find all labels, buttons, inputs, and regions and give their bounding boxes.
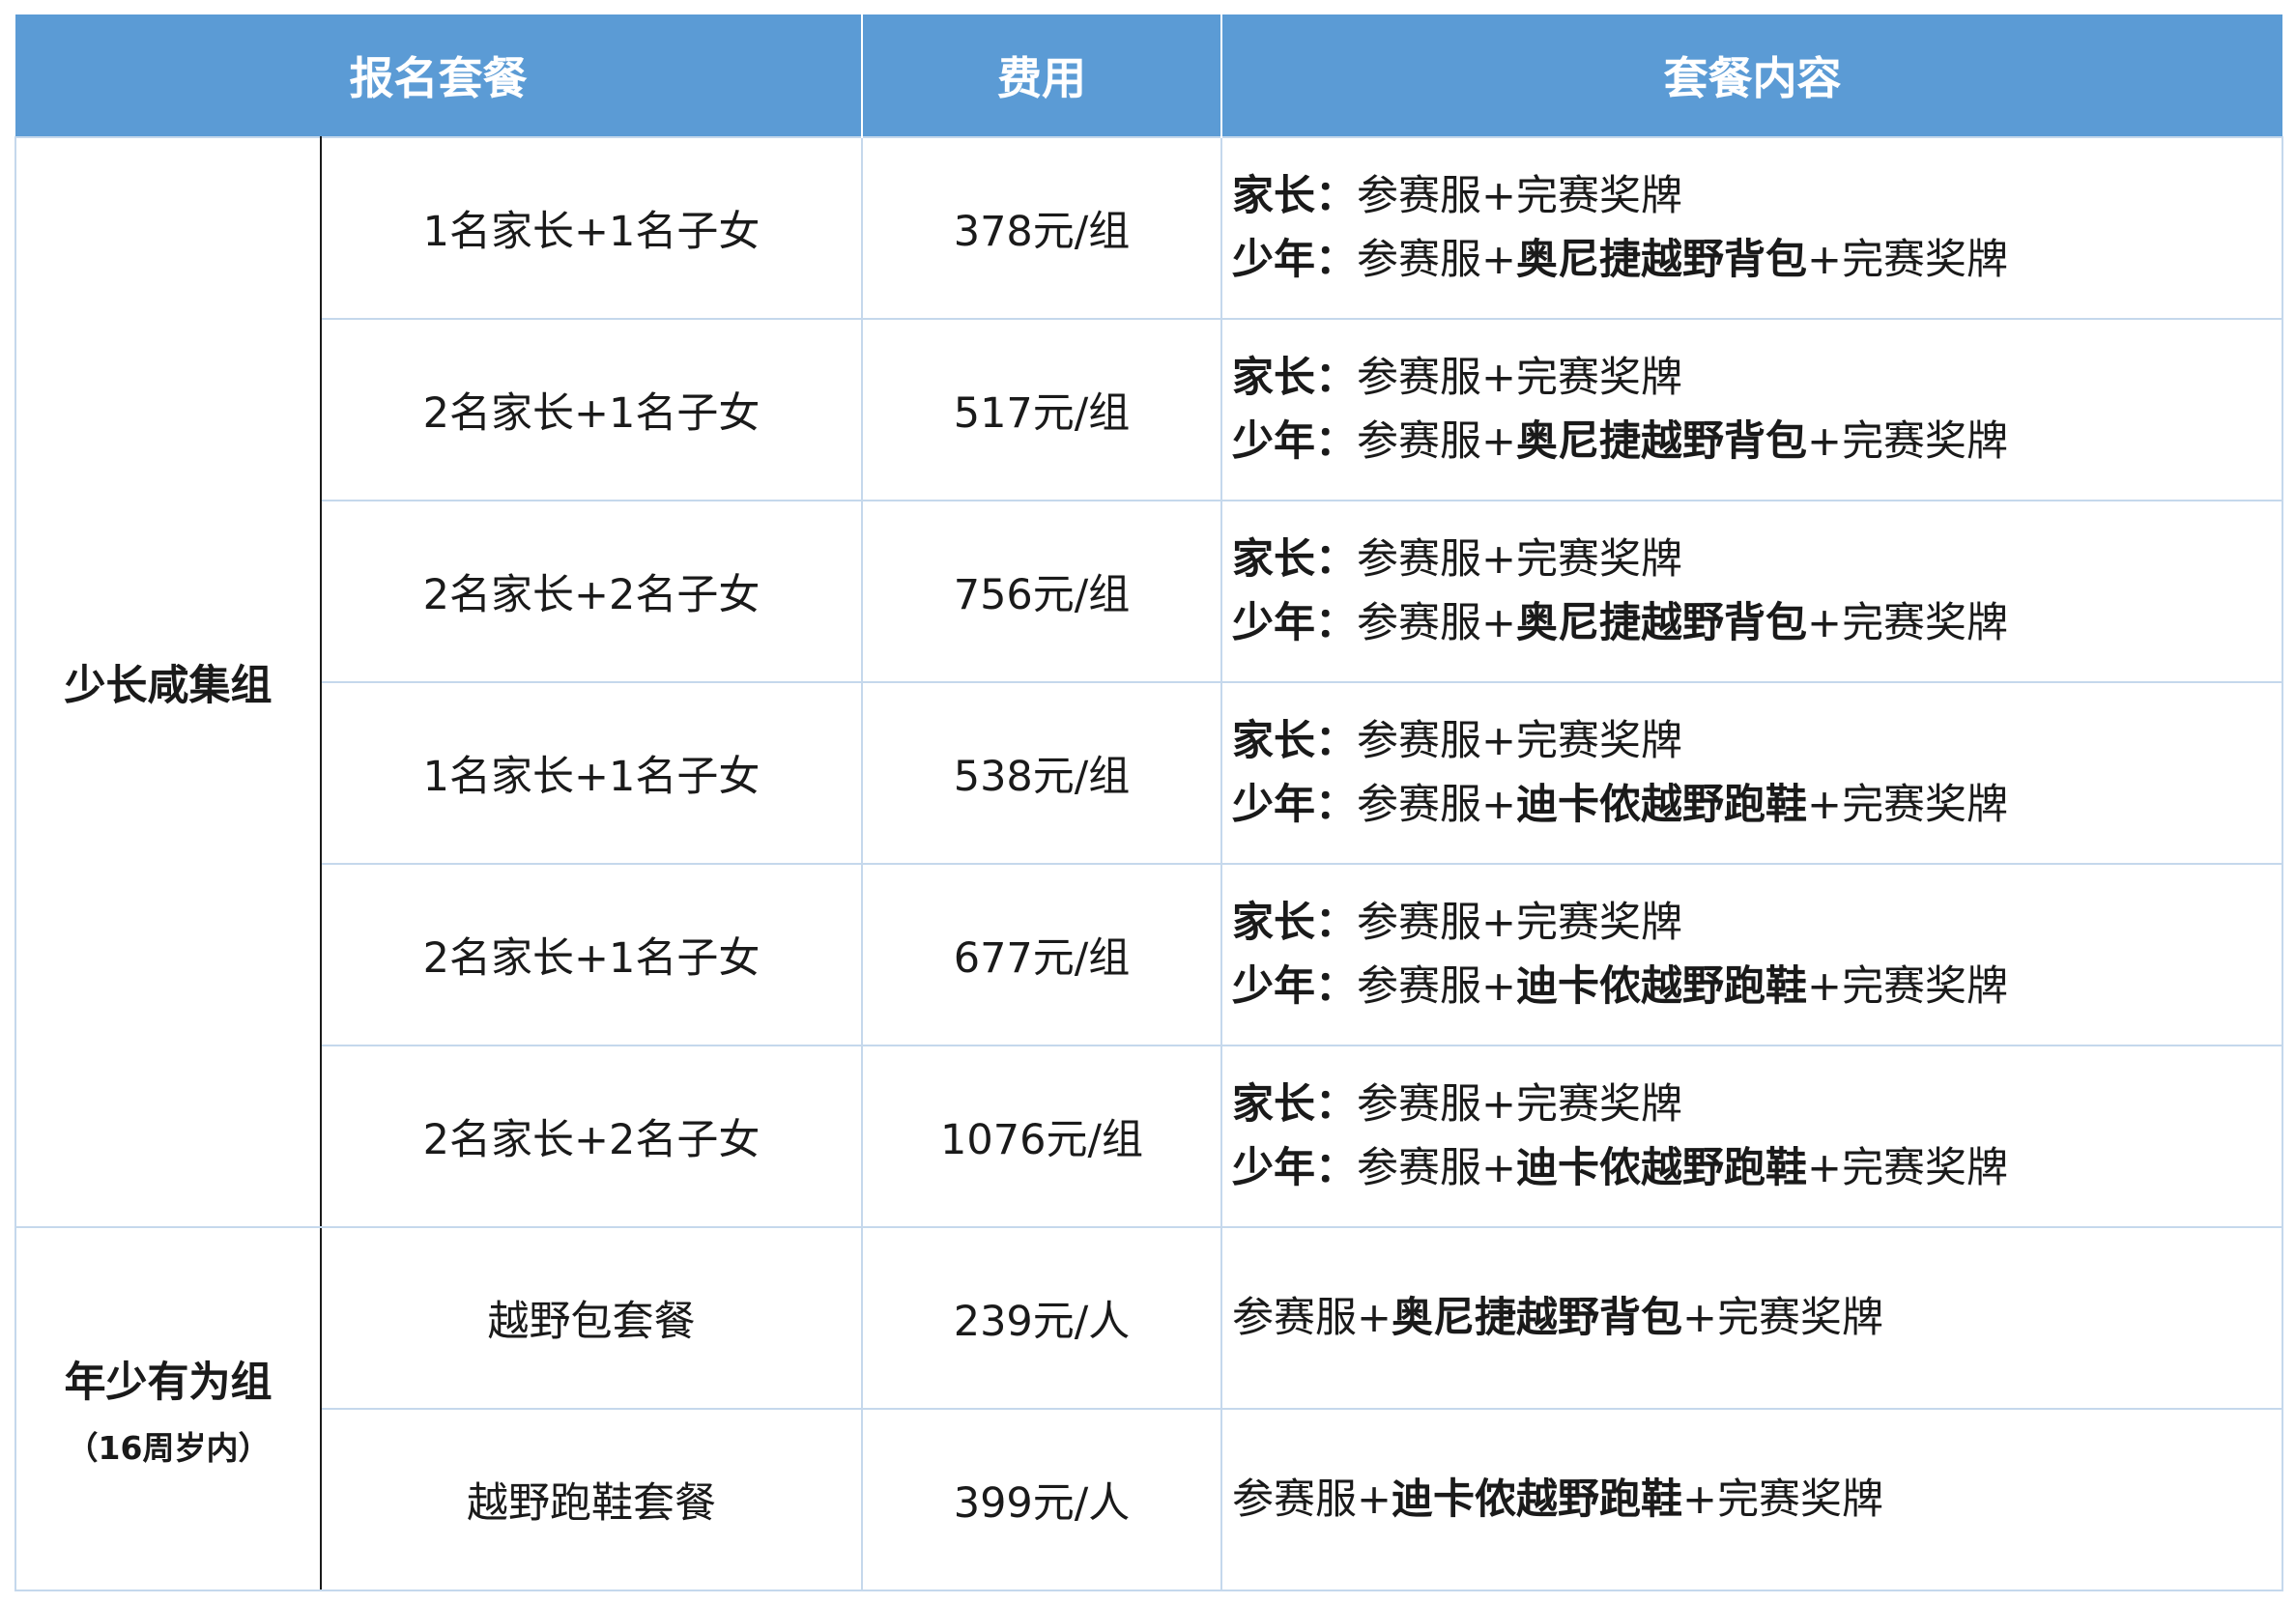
youth-line: 少年：参赛服+奥尼捷越野背包+完赛奖牌 (1232, 417, 2009, 466)
parent-line: 家长：参赛服+完赛奖牌 (1232, 717, 1683, 765)
parent-line: 家长：参赛服+完赛奖牌 (1232, 899, 1683, 947)
parent-line: 家长：参赛服+完赛奖牌 (1232, 354, 1683, 402)
content-cell: 家长：参赛服+完赛奖牌 少年：参赛服+奥尼捷越野背包+完赛奖牌 (1220, 318, 2283, 501)
package-cell: 2名家长+1名子女 (320, 318, 863, 501)
table-row: 2名家长+2名子女 756元/组 家长：参赛服+完赛奖牌 少年：参赛服+奥尼捷越… (15, 500, 2283, 683)
fee-cell: 1076元/组 (861, 1045, 1222, 1228)
group-name: 少长咸集组 (64, 662, 273, 710)
package-cell: 越野跑鞋套餐 (320, 1408, 863, 1591)
group-note: （16周岁内） (66, 1429, 271, 1467)
group-youth: 年少有为组 （16周岁内） (14, 1226, 322, 1591)
content-line: 参赛服+迪卡侬越野跑鞋+完赛奖牌 (1232, 1475, 1884, 1524)
content-cell: 家长：参赛服+完赛奖牌 少年：参赛服+奥尼捷越野背包+完赛奖牌 (1220, 136, 2283, 320)
header-package: 报名套餐 (15, 14, 863, 137)
fee-cell: 677元/组 (861, 863, 1222, 1046)
table-row: 少长咸集组 1名家长+1名子女 378元/组 家长：参赛服+完赛奖牌 少年：参赛… (14, 136, 2283, 1228)
fee-cell: 538元/组 (861, 681, 1222, 865)
content-cell: 参赛服+奥尼捷越野背包+完赛奖牌 (1220, 1226, 2283, 1410)
header-row: 报名套餐 费用 套餐内容 (15, 14, 2282, 137)
content-cell: 家长：参赛服+完赛奖牌 少年：参赛服+奥尼捷越野背包+完赛奖牌 (1220, 500, 2283, 683)
content-cell: 家长：参赛服+完赛奖牌 少年：参赛服+迪卡侬越野跑鞋+完赛奖牌 (1220, 863, 2283, 1046)
youth-line: 少年：参赛服+奥尼捷越野背包+完赛奖牌 (1232, 236, 2009, 284)
package-cell: 2名家长+2名子女 (320, 1045, 863, 1228)
table-row: 2名家长+1名子女 517元/组 家长：参赛服+完赛奖牌 少年：参赛服+奥尼捷越… (15, 318, 2283, 501)
package-cell: 2名家长+1名子女 (320, 863, 863, 1046)
table-row: 2名家长+1名子女 677元/组 家长：参赛服+完赛奖牌 少年：参赛服+迪卡侬越… (15, 863, 2283, 1046)
group-name: 年少有为组 (64, 1359, 273, 1407)
header-content: 套餐内容 (1221, 14, 2282, 137)
content-cell: 参赛服+迪卡侬越野跑鞋+完赛奖牌 (1220, 1408, 2283, 1591)
table-row: 年少有为组 （16周岁内） 越野包套餐 239元/人 参赛服+奥尼捷越野背包+完… (14, 1226, 2283, 1591)
youth-line: 少年：参赛服+迪卡侬越野跑鞋+完赛奖牌 (1232, 962, 2009, 1011)
content-cell: 家长：参赛服+完赛奖牌 少年：参赛服+迪卡侬越野跑鞋+完赛奖牌 (1220, 681, 2283, 865)
parent-line: 家长：参赛服+完赛奖牌 (1232, 1080, 1683, 1129)
package-cell: 1名家长+1名子女 (320, 681, 863, 865)
youth-line: 少年：参赛服+迪卡侬越野跑鞋+完赛奖牌 (1232, 1144, 2009, 1192)
youth-line: 少年：参赛服+迪卡侬越野跑鞋+完赛奖牌 (1232, 781, 2009, 829)
fee-cell: 756元/组 (861, 500, 1222, 683)
content-line: 参赛服+奥尼捷越野背包+完赛奖牌 (1232, 1294, 1884, 1342)
fee-cell: 517元/组 (861, 318, 1222, 501)
fee-cell: 399元/人 (861, 1408, 1222, 1591)
table-row: 1名家长+1名子女 538元/组 家长：参赛服+完赛奖牌 少年：参赛服+迪卡侬越… (15, 681, 2283, 865)
content-cell: 家长：参赛服+完赛奖牌 少年：参赛服+迪卡侬越野跑鞋+完赛奖牌 (1220, 1045, 2283, 1228)
fee-cell: 378元/组 (861, 136, 1222, 320)
package-cell: 1名家长+1名子女 (320, 136, 863, 320)
package-cell: 2名家长+2名子女 (320, 500, 863, 683)
header-fee: 费用 (862, 14, 1222, 137)
table-row: 2名家长+2名子女 1076元/组 家长：参赛服+完赛奖牌 少年：参赛服+迪卡侬… (15, 1045, 2283, 1228)
group-family: 少长咸集组 (14, 136, 322, 1228)
fee-cell: 239元/人 (861, 1226, 1222, 1410)
table-row: 越野跑鞋套餐 399元/人 参赛服+迪卡侬越野跑鞋+完赛奖牌 (15, 1408, 2283, 1591)
package-cell: 越野包套餐 (320, 1226, 863, 1410)
pricing-table: 报名套餐 费用 套餐内容 少长咸集组 1名家长+1名子女 378元/组 家长：参… (14, 14, 2283, 1591)
youth-line: 少年：参赛服+奥尼捷越野背包+完赛奖牌 (1232, 599, 2009, 647)
parent-line: 家长：参赛服+完赛奖牌 (1232, 535, 1683, 584)
parent-line: 家长：参赛服+完赛奖牌 (1232, 172, 1683, 220)
